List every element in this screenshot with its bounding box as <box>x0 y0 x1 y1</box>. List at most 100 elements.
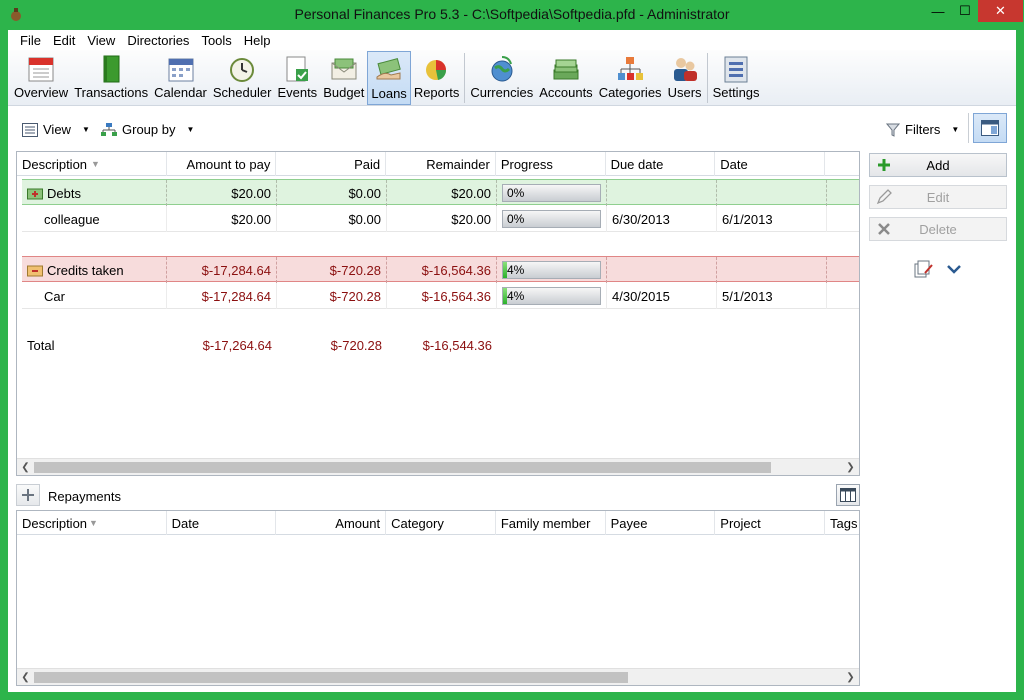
column-progress[interactable]: Progress <box>496 152 606 176</box>
edit-button[interactable]: Edit <box>869 185 1007 209</box>
view-dropdown[interactable]: View ▼ <box>22 122 90 137</box>
toolbar-overview-label: Overview <box>14 85 69 100</box>
repay-column-description[interactable]: Description ▼ <box>17 511 167 535</box>
view-label: View <box>43 122 71 137</box>
toolbar-settings-button[interactable]: Settings <box>710 51 763 105</box>
globe-currency-icon <box>485 53 519 85</box>
filters-dropdown[interactable]: Filters ▼ <box>886 122 959 137</box>
repayments-horizontal-scrollbar[interactable]: ❮ ❯ <box>17 668 859 685</box>
repay-column-payee[interactable]: Payee <box>606 511 716 535</box>
toolbar-loans-button[interactable]: Loans <box>367 51 411 105</box>
column-amount-to-pay[interactable]: Amount to pay <box>167 152 277 176</box>
column-due-date[interactable]: Due date <box>606 152 716 176</box>
groupby-label: Group by <box>122 122 176 137</box>
toolbar-users-button[interactable]: Users <box>665 51 705 105</box>
scroll-right-icon[interactable]: ❯ <box>842 669 859 685</box>
toolbar-separator <box>706 53 708 103</box>
total-remainder: $-16,544.36 <box>422 337 492 353</box>
colleague-progress-cell: 0% <box>497 206 607 232</box>
table-row-debts-group[interactable]: Debts $20.00 $0.00 $20.00 0% <box>22 179 859 206</box>
repayments-columns-button[interactable] <box>836 484 860 506</box>
scrollbar-thumb[interactable] <box>34 462 771 473</box>
menu-directories[interactable]: Directories <box>121 33 195 48</box>
repay-column-category[interactable]: Category <box>386 511 496 535</box>
car-amount: $-17,284.64 <box>167 283 277 309</box>
toolbar-accounts-button[interactable]: Accounts <box>536 51 595 105</box>
close-button[interactable]: ✕ <box>978 0 1023 22</box>
green-book-icon <box>94 53 128 85</box>
scroll-right-icon[interactable]: ❯ <box>842 459 859 475</box>
table-row-car[interactable]: Car $-17,284.64 $-720.28 $-16,564.36 4% … <box>22 283 859 309</box>
calendar-icon <box>164 53 198 85</box>
repayments-bar: Repayments <box>16 484 860 510</box>
toolbar-calendar-label: Calendar <box>154 85 207 100</box>
toolbar-overview-button[interactable]: Overview <box>11 51 71 105</box>
toolbar-accounts-label: Accounts <box>539 85 593 100</box>
table-row-credits-group[interactable]: Credits taken $-17,284.64 $-720.28 $-16,… <box>22 256 859 283</box>
plus-icon <box>878 159 890 171</box>
toolbar-events-label: Events <box>277 85 318 100</box>
copy-edit-icon[interactable] <box>913 259 935 279</box>
toolbar-budget-label: Budget <box>323 85 365 100</box>
toolbar-calendar-button[interactable]: Calendar <box>151 51 210 105</box>
debts-group-icon <box>27 188 43 200</box>
menu-bar: File Edit View Directories Tools Help <box>8 30 1016 50</box>
sort-desc-icon: ▼ <box>91 159 100 169</box>
add-repayment-button[interactable] <box>16 484 40 506</box>
colleague-remainder: $20.00 <box>387 206 497 232</box>
delete-button[interactable]: Delete <box>869 217 1007 241</box>
colleague-progress-text: 0% <box>507 212 525 226</box>
menu-edit[interactable]: Edit <box>47 33 81 48</box>
toolbar-users-label: Users <box>667 85 702 100</box>
column-description[interactable]: Description ▼ <box>17 152 167 176</box>
repay-column-date[interactable]: Date <box>167 511 277 535</box>
minimize-button[interactable]: — <box>924 0 952 22</box>
app-client-area: File Edit View Directories Tools Help Ov… <box>8 30 1016 692</box>
pencil-icon <box>876 189 892 205</box>
menu-view[interactable]: View <box>81 33 121 48</box>
scroll-left-icon[interactable]: ❮ <box>17 669 34 685</box>
add-button[interactable]: Add <box>869 153 1007 177</box>
toolbar-currencies-label: Currencies <box>470 85 534 100</box>
table-row-colleague[interactable]: colleague $20.00 $0.00 $20.00 0% 6/30/20… <box>22 206 859 232</box>
toolbar-transactions-button[interactable]: Transactions <box>71 51 151 105</box>
repayments-title: Repayments <box>48 489 121 504</box>
menu-tools[interactable]: Tools <box>195 33 237 48</box>
envelope-money-icon <box>327 53 361 85</box>
chevron-down-icon: ▼ <box>951 125 960 134</box>
window-title: Personal Finances Pro 5.3 - C:\Softpedia… <box>294 6 730 22</box>
scroll-left-icon[interactable]: ❮ <box>17 459 34 475</box>
toolbar-categories-button[interactable]: Categories <box>596 51 665 105</box>
credits-date <box>717 257 827 283</box>
toolbar-events-button[interactable]: Events <box>274 51 320 105</box>
column-date[interactable]: Date <box>715 152 826 176</box>
menu-help[interactable]: Help <box>238 33 277 48</box>
credits-description-cell: Credits taken <box>22 257 167 283</box>
groupby-dropdown[interactable]: Group by ▼ <box>101 122 194 137</box>
expand-more-icon[interactable] <box>945 261 963 277</box>
colleague-amount: $20.00 <box>167 206 277 232</box>
repay-column-tags[interactable]: Tags <box>825 511 859 535</box>
debts-progress-cell: 0% <box>497 180 607 206</box>
menu-file[interactable]: File <box>14 33 47 48</box>
sort-desc-icon: ▼ <box>89 518 98 528</box>
repay-column-project[interactable]: Project <box>715 511 826 535</box>
toolbar-reports-button[interactable]: Reports <box>411 51 463 105</box>
column-filler <box>825 152 859 176</box>
debts-progress-bar: 0% <box>502 184 601 202</box>
colleague-date: 6/1/2013 <box>717 206 827 232</box>
toolbar-currencies-button[interactable]: Currencies <box>467 51 536 105</box>
credits-group-icon <box>27 265 43 277</box>
column-paid[interactable]: Paid <box>276 152 387 176</box>
panel-layout-toggle[interactable] <box>973 113 1007 143</box>
toolbar-separator <box>464 53 466 103</box>
maximize-button[interactable]: ☐ <box>952 0 978 22</box>
columns-icon <box>840 488 856 502</box>
toolbar-scheduler-button[interactable]: Scheduler <box>210 51 275 105</box>
toolbar-budget-button[interactable]: Budget <box>320 51 367 105</box>
loans-horizontal-scrollbar[interactable]: ❮ ❯ <box>17 458 859 475</box>
repay-column-amount[interactable]: Amount <box>276 511 387 535</box>
scrollbar-thumb[interactable] <box>34 672 628 683</box>
column-remainder[interactable]: Remainder <box>386 152 496 176</box>
repay-column-family-member[interactable]: Family member <box>496 511 606 535</box>
